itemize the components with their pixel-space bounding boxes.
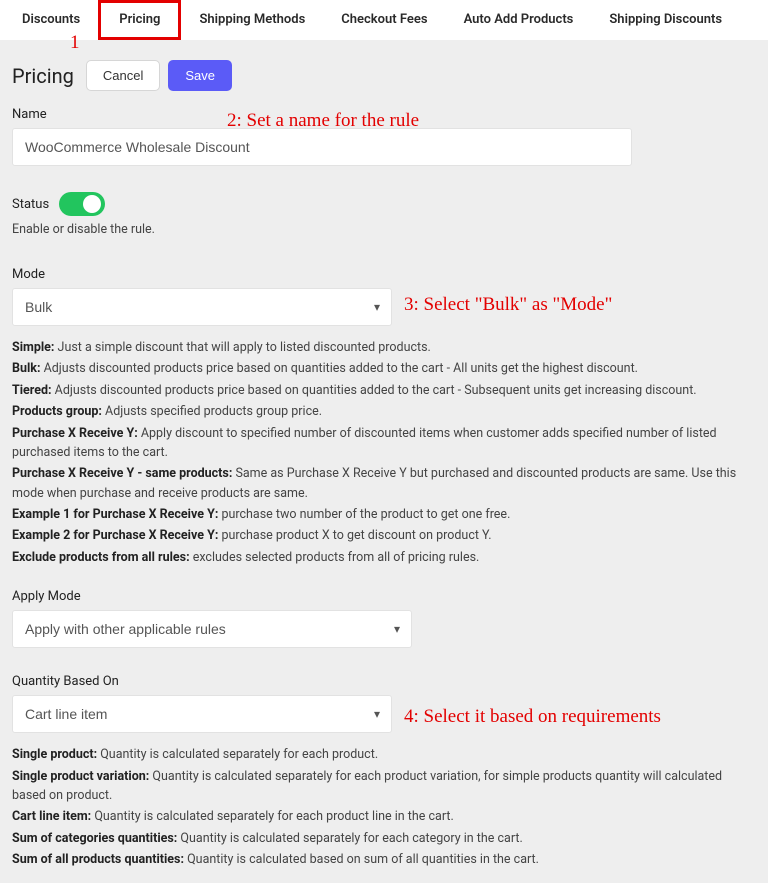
top-tabs: Discounts Pricing Shipping Methods Check…	[0, 0, 768, 40]
save-button[interactable]: Save	[168, 60, 232, 91]
tab-checkout-fees[interactable]: Checkout Fees	[323, 0, 445, 40]
tab-shipping-methods[interactable]: Shipping Methods	[181, 0, 323, 40]
tab-pricing[interactable]: Pricing	[98, 0, 181, 40]
qty-label: Quantity Based On	[12, 674, 756, 689]
tab-discounts[interactable]: Discounts	[4, 0, 98, 40]
apply-mode-label: Apply Mode	[12, 589, 756, 604]
name-input[interactable]	[12, 128, 632, 166]
annotation-2: 2: Set a name for the rule	[227, 110, 419, 132]
annotation-4: 4: Select it based on requirements	[404, 706, 661, 728]
status-toggle[interactable]	[59, 192, 105, 216]
mode-label: Mode	[12, 267, 756, 282]
qty-select[interactable]: Cart line item	[12, 695, 392, 733]
status-label: Status	[12, 197, 49, 212]
page-title: Pricing	[12, 64, 74, 88]
tab-shipping-discounts[interactable]: Shipping Discounts	[591, 0, 740, 40]
apply-mode-select[interactable]: Apply with other applicable rules	[12, 610, 412, 648]
annotation-1: 1	[70, 32, 80, 54]
qty-descriptions: Single product: Quantity is calculated s…	[12, 745, 756, 869]
cancel-button[interactable]: Cancel	[86, 60, 160, 91]
annotation-3: 3: Select "Bulk" as "Mode"	[404, 294, 612, 316]
mode-descriptions: Simple: Just a simple discount that will…	[12, 338, 756, 567]
status-helper: Enable or disable the rule.	[12, 222, 756, 237]
tab-auto-add-products[interactable]: Auto Add Products	[446, 0, 592, 40]
mode-select[interactable]: Bulk	[12, 288, 392, 326]
toggle-knob	[83, 195, 101, 213]
